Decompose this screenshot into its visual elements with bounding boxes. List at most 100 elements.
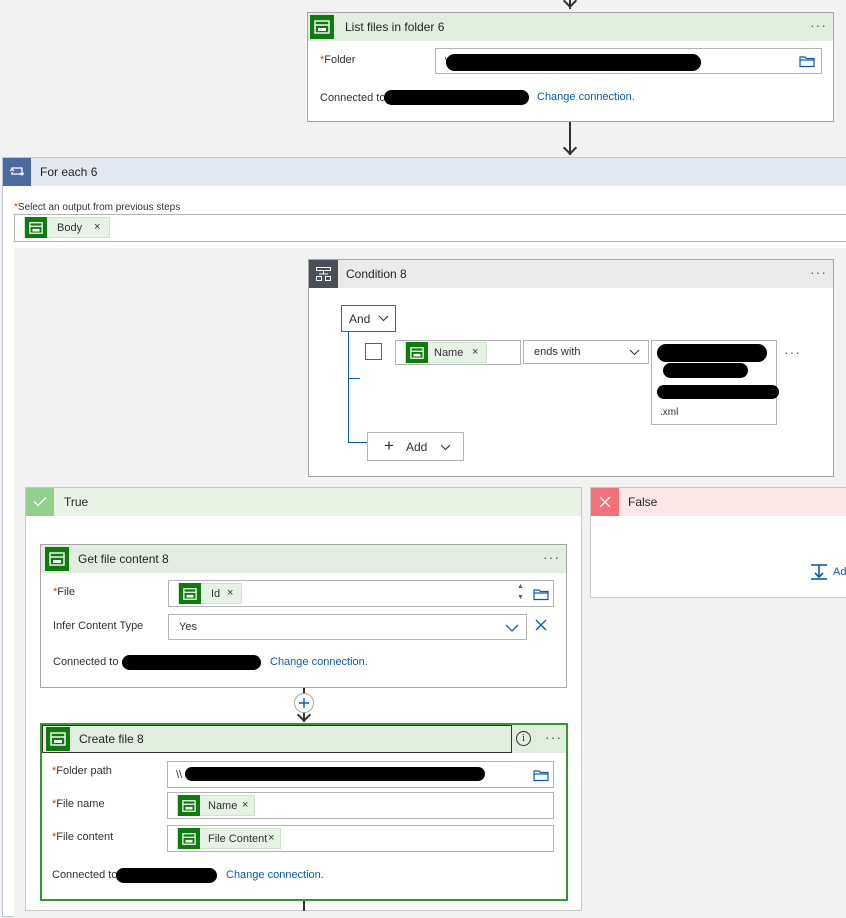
file-system-icon [406, 342, 428, 363]
condition-left-input[interactable]: Name × [395, 340, 521, 365]
change-connection-link[interactable]: Change connection. [226, 869, 324, 881]
true-icon-box [26, 488, 54, 516]
infer-content-type-label: Infer Content Type [53, 620, 144, 632]
chevron-down-icon [378, 315, 389, 322]
and-label: And [349, 312, 371, 326]
folder-value-start: \\ [176, 769, 183, 781]
card-title: Create file 8 [79, 732, 144, 746]
list-files-card: List files in folder 6 ··· *Folder \\ es… [307, 12, 834, 122]
create-file-header[interactable]: Create file 8 [42, 725, 512, 753]
operator-value: ends with [534, 346, 581, 358]
loop-icon [10, 167, 24, 176]
remove-token-icon[interactable]: × [94, 221, 100, 233]
condition-icon-box [309, 260, 338, 288]
foreach-header[interactable]: For each 6 [3, 158, 846, 186]
checkmark-icon [33, 496, 47, 507]
file-system-icon [45, 547, 69, 571]
select-output-label: *Select an output from previous steps [14, 202, 181, 213]
more-options-icon[interactable]: ··· [810, 16, 827, 34]
change-connection-link[interactable]: Change connection. [537, 91, 635, 103]
file-name-input[interactable]: Name × [167, 792, 554, 819]
true-header[interactable]: True [26, 488, 581, 516]
file-picker-icon[interactable] [533, 587, 549, 604]
close-icon [599, 496, 611, 508]
false-icon-box [591, 488, 619, 516]
connector-arrow-icon [562, 140, 578, 156]
add-action-label[interactable]: Ad [833, 566, 846, 578]
redacted-right-value [657, 385, 779, 399]
more-options-icon[interactable]: ··· [543, 548, 560, 566]
and-group-line [348, 442, 368, 443]
redacted-connection [116, 868, 217, 883]
file-system-icon [179, 583, 201, 604]
more-options-icon[interactable]: ··· [810, 263, 827, 281]
foreach-icon-box [3, 158, 31, 186]
redacted-connection [122, 655, 261, 670]
id-token[interactable]: Id × [178, 583, 242, 604]
add-action-icon[interactable] [810, 564, 828, 580]
get-file-header[interactable]: Get file content 8 ··· [41, 545, 566, 573]
file-system-icon [25, 217, 47, 238]
file-label: *File [53, 586, 76, 598]
row-checkbox[interactable] [365, 343, 382, 360]
remove-token-icon[interactable]: × [472, 346, 478, 358]
token-label: Name [434, 347, 464, 359]
connected-to-label: Connected to [52, 869, 118, 881]
file-system-icon [178, 795, 200, 816]
file-content-token[interactable]: File Content × [177, 828, 281, 849]
name-token[interactable]: Name × [177, 795, 255, 816]
clear-icon[interactable] [535, 619, 547, 631]
condition-title: Condition 8 [346, 267, 407, 281]
remove-token-icon[interactable]: × [242, 799, 248, 811]
true-title: True [64, 495, 89, 509]
false-header[interactable]: False [591, 488, 846, 516]
stepper-down-icon[interactable]: ▼ [517, 594, 524, 601]
body-token[interactable]: Body × [24, 217, 110, 238]
chevron-down-icon [629, 349, 640, 356]
infer-value: Yes [179, 621, 197, 633]
redacted-right-value [657, 344, 767, 362]
name-token[interactable]: Name × [405, 342, 487, 363]
card-title: List files in folder 6 [345, 20, 445, 34]
condition-card: Condition 8 ··· And Name × ends with _ .… [308, 259, 834, 477]
infer-content-type-dropdown[interactable]: Yes [168, 614, 527, 640]
remove-token-icon[interactable]: × [227, 587, 233, 599]
and-dropdown[interactable]: And [341, 305, 396, 332]
file-content-label: *File content [52, 831, 114, 843]
get-file-content-card: Get file content 8 ··· *File Id × ▲ ▼ In… [40, 544, 567, 688]
token-label: Body [57, 222, 83, 234]
info-icon[interactable]: i [516, 731, 531, 746]
and-group-line [348, 332, 349, 443]
add-label: Add [406, 440, 428, 454]
token-label: File Content [208, 833, 268, 845]
folder-picker-icon[interactable] [533, 768, 549, 785]
file-system-icon [178, 828, 200, 849]
operator-dropdown[interactable]: ends with [523, 340, 649, 364]
row-more-options-icon[interactable]: ··· [784, 343, 801, 361]
remove-token-icon[interactable]: × [268, 832, 274, 844]
false-branch: False Ad [590, 487, 846, 598]
list-files-header[interactable]: List files in folder 6 ··· [308, 13, 833, 41]
token-label: Name [208, 800, 238, 812]
bottom-connector [303, 901, 305, 911]
stepper-up-icon[interactable]: ▲ [517, 583, 524, 590]
file-system-icon [310, 15, 334, 39]
redacted-folder-path [446, 54, 701, 71]
condition-header[interactable]: Condition 8 ··· [309, 260, 833, 288]
plus-icon: + [384, 436, 394, 455]
file-input[interactable]: Id × ▲ ▼ [168, 580, 554, 607]
add-button[interactable]: + Add [367, 432, 464, 461]
change-connection-link[interactable]: Change connection. [270, 656, 368, 668]
folder-picker-icon[interactable] [799, 54, 815, 71]
redacted-right-value [663, 363, 748, 378]
chevron-down-icon [505, 624, 519, 632]
file-content-input[interactable]: File Content × [167, 825, 554, 852]
token-label: Id [211, 588, 221, 600]
plus-icon [299, 698, 309, 708]
connector-arrow-icon [562, 0, 578, 9]
select-output-input[interactable]: Body × [14, 214, 846, 242]
connected-to-label: Connected to [320, 92, 386, 104]
more-options-icon[interactable]: ··· [545, 728, 562, 746]
card-title: Get file content 8 [78, 552, 169, 566]
right-value: .xml [660, 407, 679, 418]
